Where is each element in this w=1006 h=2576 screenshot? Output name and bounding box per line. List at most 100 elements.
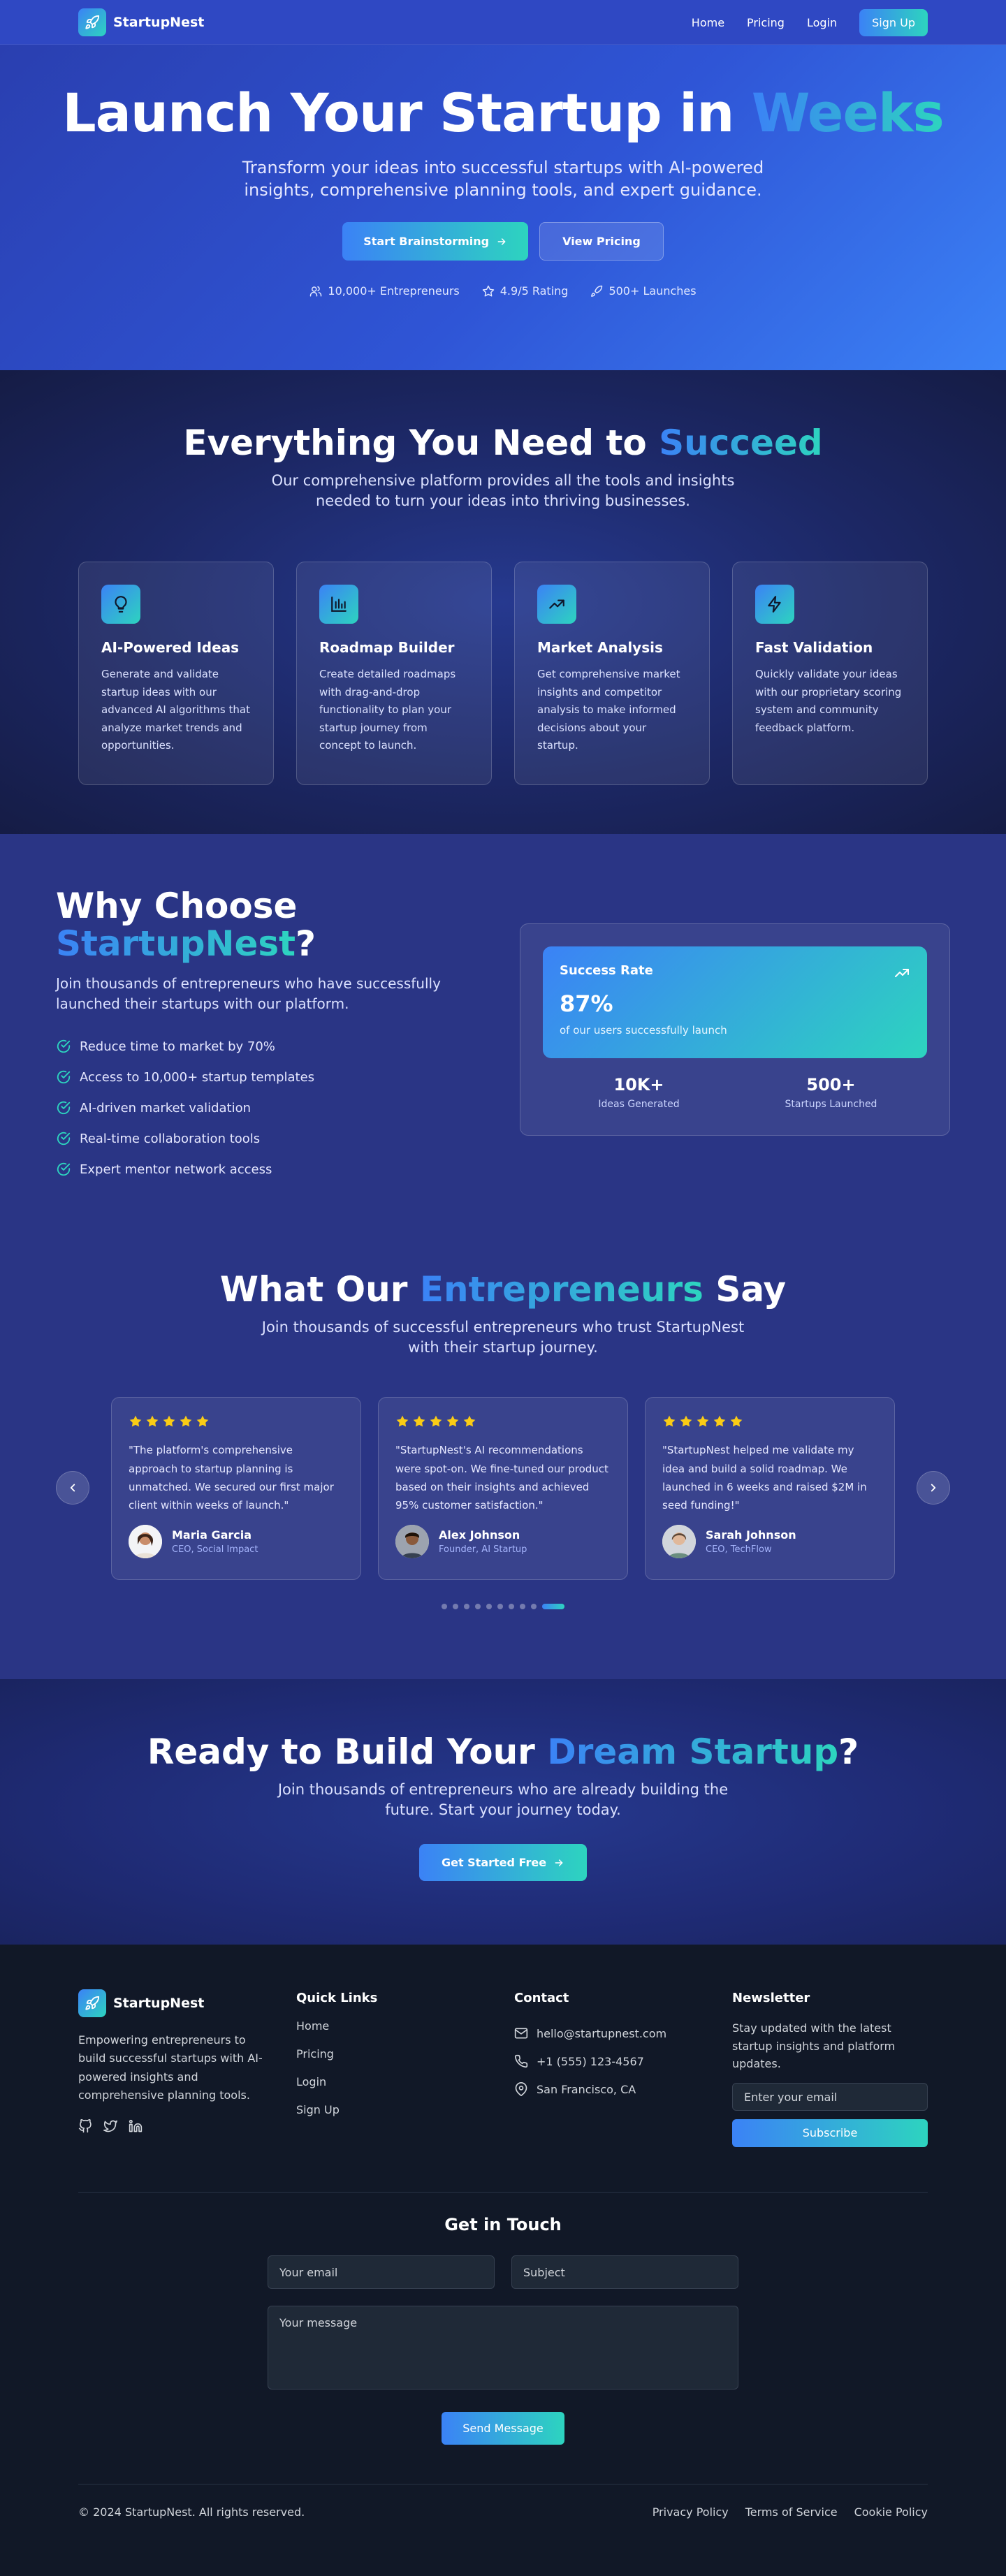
footer-newsletter: Newsletter Stay updated with the latest … [732, 1989, 928, 2147]
signup-button[interactable]: Sign Up [859, 8, 928, 36]
features-title-main: Everything You Need to [183, 423, 659, 463]
view-pricing-button[interactable]: View Pricing [539, 222, 664, 261]
features-title-accent: Succeed [659, 423, 823, 463]
author-role: CEO, Social Impact [172, 1544, 258, 1556]
subscribe-button[interactable]: Subscribe [732, 2118, 928, 2147]
carousel-dot[interactable] [442, 1604, 447, 1610]
trending-up-icon [895, 969, 909, 977]
footer-link-signup[interactable]: Sign Up [296, 2103, 514, 2131]
carousel-dot[interactable] [486, 1604, 492, 1610]
star-icon [129, 1414, 143, 1431]
why-title: Why Choose StartupNest? [56, 887, 447, 963]
linkedin-icon[interactable] [129, 2119, 143, 2133]
footer-brand: StartupNest Empowering entrepreneurs to … [78, 1989, 296, 2147]
privacy-policy-link[interactable]: Privacy Policy [653, 2505, 729, 2519]
star-icon [696, 1414, 710, 1431]
footer: StartupNest Empowering entrepreneurs to … [0, 1945, 1006, 2576]
footer-link-pricing[interactable]: Pricing [296, 2047, 514, 2075]
carousel-dot[interactable] [475, 1604, 481, 1610]
carousel-dot[interactable] [453, 1604, 458, 1610]
testimonial-card: "StartupNest's AI recommendations were s… [378, 1397, 628, 1581]
nav-link-home[interactable]: Home [692, 16, 724, 29]
contact-subject-field[interactable]: Subject [511, 2255, 738, 2289]
twitter-icon[interactable] [103, 2119, 117, 2133]
feature-title: Roadmap Builder [319, 639, 455, 657]
cta-title-end: ? [838, 1732, 859, 1772]
stat-rating-label: 4.9/5 Rating [500, 284, 569, 298]
star-icon [412, 1414, 426, 1431]
carousel-next-button[interactable] [917, 1471, 950, 1505]
stat-value: 500+ [806, 1075, 856, 1095]
github-icon[interactable] [78, 2118, 92, 2133]
contact-email-text: hello@startupnest.com [537, 2026, 667, 2040]
carousel-prev-button[interactable] [56, 1471, 89, 1505]
benefit-label: Access to 10,000+ startup templates [80, 1069, 315, 1085]
footer-link-login[interactable]: Login [296, 2075, 514, 2103]
start-brainstorming-button[interactable]: Start Brainstorming [342, 222, 529, 261]
carousel-dot[interactable] [464, 1604, 469, 1610]
footer-columns: StartupNest Empowering entrepreneurs to … [78, 1989, 928, 2147]
terms-of-service-link[interactable]: Terms of Service [745, 2505, 838, 2519]
stat-launches-label: 500+ Launches [608, 284, 697, 298]
chevron-right-icon [931, 1484, 936, 1492]
copyright: © 2024 StartupNest. All rights reserved. [78, 2505, 305, 2519]
contact-email[interactable]: hello@startupnest.com [514, 2019, 732, 2047]
rating-stars [662, 1414, 877, 1431]
carousel-dot[interactable] [509, 1604, 514, 1610]
contact-location-text: San Francisco, CA [537, 2082, 636, 2096]
testimonial-author: Maria Garcia CEO, Social Impact [129, 1525, 344, 1559]
contact-message-field[interactable]: Your message [268, 2305, 738, 2390]
contact-form: Your email Subject Your message Send Mes… [268, 2255, 738, 2445]
author-name: Sarah Johnson [706, 1528, 796, 1542]
feature-card-validation: Fast Validation Quickly validate your id… [732, 562, 928, 786]
nav-link-login[interactable]: Login [807, 16, 837, 29]
footer-logo[interactable]: StartupNest [78, 1989, 296, 2017]
why-title-main: Why Choose [56, 886, 298, 926]
stat-entrepreneurs-label: 10,000+ Entrepreneurs [328, 284, 460, 298]
stat-value: 10K+ [613, 1075, 664, 1095]
feature-text: Quickly validate your ideas with our pro… [755, 668, 902, 734]
testimonial-quote: "StartupNest's AI recommendations were s… [395, 1444, 608, 1512]
nav-link-pricing[interactable]: Pricing [747, 16, 785, 29]
newsletter-email-input[interactable]: Enter your email [732, 2082, 928, 2111]
author-name: Alex Johnson [439, 1528, 520, 1542]
newsletter-title: Newsletter [732, 1991, 810, 2005]
why-lead: Join thousands of entrepreneurs who have… [56, 975, 441, 1012]
feature-text: Generate and validate startup ideas with… [101, 668, 250, 752]
cta-subtitle: Join thousands of entrepreneurs who are … [277, 1780, 729, 1818]
carousel-dot[interactable] [531, 1604, 537, 1610]
avatar [395, 1525, 429, 1559]
carousel-dot[interactable] [520, 1604, 525, 1610]
carousel-dot[interactable] [542, 1604, 564, 1610]
cta-section: Ready to Build Your Dream Startup? Join … [0, 1679, 1006, 1945]
map-pin-icon [515, 2082, 527, 2096]
feature-title: Market Analysis [537, 639, 663, 657]
features-title: Everything You Need to Succeed [78, 423, 928, 464]
star-icon [196, 1414, 210, 1431]
brand-logo[interactable]: StartupNest [78, 8, 204, 36]
rocket-outline-icon [591, 285, 603, 297]
cta-title-accent: Dream Startup [547, 1732, 839, 1772]
carousel-dot[interactable] [497, 1604, 503, 1610]
feature-title: AI-Powered Ideas [101, 639, 240, 657]
legal-links: Privacy Policy Terms of Service Cookie P… [653, 2505, 928, 2519]
send-message-button[interactable]: Send Message [442, 2411, 564, 2445]
star-icon [162, 1414, 176, 1431]
users-icon [310, 286, 322, 297]
benefit-label: AI-driven market validation [80, 1100, 252, 1115]
start-brainstorming-label: Start Brainstorming [363, 235, 490, 249]
stat-label: Ideas Generated [598, 1099, 680, 1110]
get-started-button[interactable]: Get Started Free [418, 1844, 588, 1882]
star-icon [395, 1414, 409, 1431]
cookie-policy-link[interactable]: Cookie Policy [854, 2505, 928, 2519]
check-circle-icon [57, 1070, 71, 1084]
testimonial-carousel: "The platform's comprehensive approach t… [56, 1397, 950, 1581]
testimonials-title: What Our Entrepreneurs Say [0, 1269, 1006, 1310]
testimonial-card: "StartupNest helped me validate my idea … [645, 1397, 895, 1581]
rocket-icon [78, 8, 106, 36]
contact-email-field[interactable]: Your email [268, 2255, 495, 2289]
mail-icon [514, 2028, 528, 2039]
contact-phone[interactable]: +1 (555) 123-4567 [514, 2047, 732, 2075]
footer-link-home[interactable]: Home [296, 2019, 514, 2047]
stat-label: Startups Launched [785, 1099, 877, 1110]
